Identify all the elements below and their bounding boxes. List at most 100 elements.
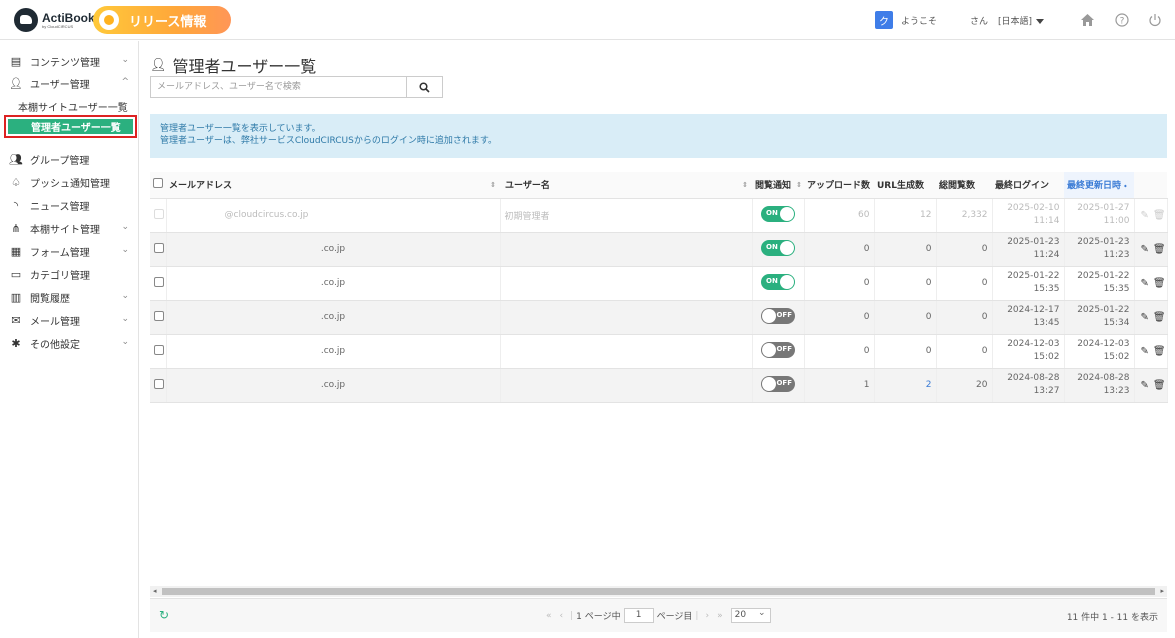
column-total-views[interactable]: 総閲覧数 bbox=[936, 172, 992, 199]
edit-icon[interactable]: ✎ bbox=[1141, 380, 1149, 391]
last-login-cell: 2025-01-23 11:24 bbox=[992, 232, 1065, 267]
sidebar-item-push[interactable]: ♤ プッシュ通知管理 bbox=[0, 172, 139, 192]
sidebar-item-settings[interactable]: ✱ その他設定 ⌄ bbox=[0, 333, 139, 353]
caret-down-icon bbox=[1036, 19, 1045, 24]
page-title: 👤︎ 管理者ユーザー一覧 bbox=[150, 53, 316, 77]
last-page-icon[interactable]: » bbox=[717, 611, 723, 621]
sidebar-item-mail[interactable]: ✉︎ メール管理 ⌄ bbox=[0, 310, 139, 330]
email-cell: @cloudcircus.co.jp bbox=[166, 198, 501, 233]
power-icon[interactable] bbox=[1146, 11, 1164, 29]
select-all-checkbox[interactable] bbox=[153, 178, 163, 189]
chevron-down-icon: ⌄ bbox=[121, 222, 129, 232]
help-icon[interactable]: ? bbox=[1113, 11, 1131, 29]
pager: « ‹ | 1 ページ中 1 ページ目 | › » 20 bbox=[542, 607, 771, 623]
row-checkbox[interactable] bbox=[154, 378, 164, 389]
per-page-select[interactable]: 20 bbox=[730, 607, 771, 623]
prev-page-icon[interactable]: ‹ bbox=[560, 611, 564, 621]
views-cell: 0 bbox=[936, 232, 993, 267]
column-username[interactable]: ユーザー名 ⇕ bbox=[500, 172, 752, 199]
horizontal-scrollbar[interactable]: ◂ ▸ bbox=[150, 586, 1167, 597]
sidebar-item-news[interactable]: ◝ ニュース管理 bbox=[0, 195, 139, 215]
folder-icon: ▭ bbox=[10, 267, 22, 281]
edit-icon[interactable]: ✎ bbox=[1141, 346, 1149, 357]
last-updated-cell: 2024-08-28 13:23 bbox=[1064, 368, 1135, 403]
release-info-button[interactable]: リリース情報 bbox=[93, 6, 231, 34]
sidebar-item-users[interactable]: 👤︎ ユーザー管理 ^ bbox=[0, 73, 139, 93]
trash-icon[interactable]: 🗑︎ bbox=[1153, 380, 1166, 391]
next-page-icon[interactable]: › bbox=[705, 611, 709, 621]
user-avatar[interactable]: ク bbox=[875, 11, 893, 29]
sidebar-subitem-bookshelf-users[interactable]: 本棚サイトユーザー一覧 bbox=[18, 99, 128, 114]
sidebar-item-contents[interactable]: ▤ コンテンツ管理 ⌄ bbox=[0, 51, 139, 71]
edit-icon[interactable]: ✎ bbox=[1141, 312, 1149, 323]
actibook-logo[interactable]: ActiBook by CloudCIRCUS bbox=[14, 8, 95, 32]
column-last-updated[interactable]: 最終更新日時 ⬩ bbox=[1064, 172, 1134, 199]
table-row: .co.jp ON 0 0 0 2025-01-22 15:35 2025-01-… bbox=[150, 266, 1168, 301]
sidebar: ▤ コンテンツ管理 ⌄ 👤︎ ユーザー管理 ^ 本棚サイトユーザー一覧 管理者ユ… bbox=[0, 41, 139, 638]
sidebar-item-label: プッシュ通知管理 bbox=[30, 178, 110, 190]
table-row: .co.jp OFF 1 2 20 2024-08-28 13:27 2024-0… bbox=[150, 368, 1168, 403]
sidebar-item-categories[interactable]: ▭ カテゴリ管理 bbox=[0, 264, 139, 284]
row-checkbox[interactable] bbox=[154, 344, 164, 355]
username-cell bbox=[500, 300, 753, 335]
sidebar-item-label: グループ管理 bbox=[30, 155, 90, 167]
language-selector[interactable]: [日本語] bbox=[998, 14, 1045, 27]
sidebar-item-bookshelf[interactable]: ⋔ 本棚サイト管理 ⌄ bbox=[0, 218, 139, 238]
chevron-down-icon: ⌄ bbox=[121, 245, 129, 255]
rss-icon: ◝ bbox=[13, 198, 19, 212]
page-number-input[interactable]: 1 bbox=[623, 608, 654, 623]
sidebar-item-groups[interactable]: 👥︎ グループ管理 bbox=[0, 149, 139, 169]
trash-icon[interactable]: 🗑︎ bbox=[1153, 244, 1166, 255]
row-checkbox bbox=[154, 208, 164, 219]
notify-toggle[interactable]: OFF bbox=[761, 375, 795, 392]
scroll-left-icon[interactable]: ◂ bbox=[153, 586, 157, 597]
email-cell: .co.jp bbox=[166, 368, 501, 403]
scrollbar-thumb[interactable] bbox=[162, 588, 1155, 595]
views-cell: 0 bbox=[936, 334, 993, 369]
sidebar-item-history[interactable]: ▥ 閲覧履歴 ⌄ bbox=[0, 287, 139, 307]
search-input[interactable] bbox=[151, 77, 407, 97]
last-updated-cell: 2025-01-23 11:23 bbox=[1064, 232, 1135, 267]
sidebar-item-label: その他設定 bbox=[30, 339, 80, 351]
search-button[interactable] bbox=[406, 77, 442, 97]
column-email[interactable]: メールアドレス ⇕ bbox=[166, 172, 500, 199]
gear-icon: ✱ bbox=[11, 336, 21, 350]
trash-icon[interactable]: 🗑︎ bbox=[1153, 278, 1166, 289]
email-cell: .co.jp bbox=[166, 300, 501, 335]
column-notify[interactable]: 閲覧通知 ⇕ bbox=[752, 172, 804, 199]
sidebar-item-forms[interactable]: ▦ フォーム管理 ⌄ bbox=[0, 241, 139, 261]
url-count-link[interactable]: 2 bbox=[874, 368, 937, 403]
row-checkbox[interactable] bbox=[154, 276, 164, 287]
sidebar-item-label: フォーム管理 bbox=[30, 247, 90, 259]
notify-toggle[interactable]: ON bbox=[761, 273, 795, 290]
first-page-icon[interactable]: « bbox=[546, 611, 552, 621]
refresh-icon[interactable]: ↻ bbox=[159, 608, 169, 622]
chevron-down-icon: ⌄ bbox=[121, 314, 129, 324]
last-updated-cell: 2025-01-22 15:35 bbox=[1064, 266, 1135, 301]
url-count-link[interactable]: 12 bbox=[874, 198, 937, 233]
home-icon[interactable] bbox=[1078, 11, 1096, 29]
trash-icon[interactable]: 🗑︎ bbox=[1153, 346, 1166, 357]
column-last-login[interactable]: 最終ログイン bbox=[992, 172, 1064, 199]
scroll-right-icon[interactable]: ▸ bbox=[1160, 586, 1164, 597]
notify-toggle[interactable]: OFF bbox=[761, 341, 795, 358]
uploads-cell: 0 bbox=[804, 266, 875, 301]
info-line: 管理者ユーザー一覧を表示しています。 bbox=[160, 124, 321, 134]
actions-header bbox=[1134, 172, 1167, 199]
column-uploads[interactable]: アップロード数 bbox=[804, 172, 874, 199]
last-login-cell: 2025-01-22 15:35 bbox=[992, 266, 1065, 301]
language-label: [日本語] bbox=[998, 17, 1033, 27]
notify-toggle[interactable]: OFF bbox=[761, 307, 795, 324]
uploads-cell: 0 bbox=[804, 300, 875, 335]
edit-icon[interactable]: ✎ bbox=[1141, 278, 1149, 289]
sidebar-subitem-admin-users[interactable]: 管理者ユーザー一覧 bbox=[4, 115, 137, 138]
notify-toggle[interactable]: ON bbox=[761, 239, 795, 256]
column-url-count[interactable]: URL生成数 bbox=[874, 172, 936, 199]
edit-icon[interactable]: ✎ bbox=[1141, 244, 1149, 255]
user-icon: 👤︎ bbox=[9, 76, 23, 90]
row-checkbox[interactable] bbox=[154, 310, 164, 321]
trash-icon[interactable]: 🗑︎ bbox=[1153, 312, 1166, 323]
notify-toggle[interactable]: ON bbox=[761, 205, 795, 222]
row-checkbox[interactable] bbox=[154, 242, 164, 253]
sort-desc-icon: ⬩ bbox=[1124, 182, 1127, 191]
